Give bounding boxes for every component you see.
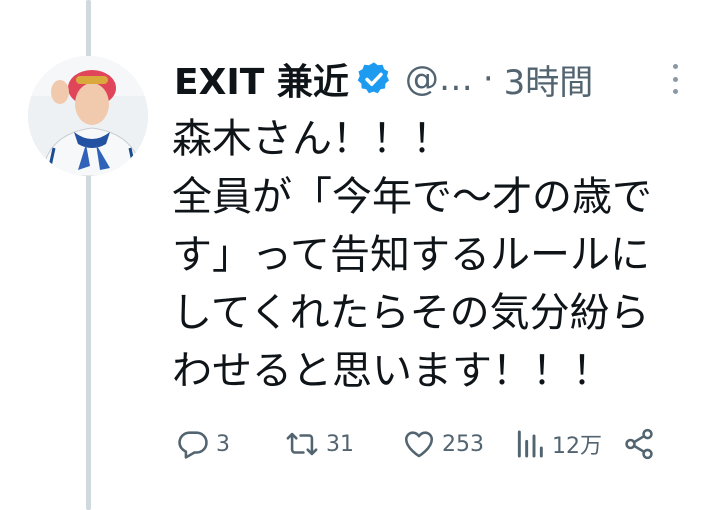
reply-count: 3 [216, 431, 230, 457]
more-vertical-icon[interactable] [660, 62, 690, 96]
action-bar: 3 31 253 12万 [176, 422, 656, 466]
author-name[interactable]: EXIT 兼近 [174, 53, 349, 105]
retweet-icon [286, 432, 318, 456]
tweet-text-line: す」って告知するルールに [172, 232, 650, 278]
avatar[interactable] [28, 56, 148, 176]
avatar-photo [28, 56, 148, 176]
like-count: 253 [442, 431, 484, 457]
views-chart-icon [517, 430, 543, 458]
tweet-header: EXIT 兼近 @… · 3時間 [174, 52, 593, 106]
share-icon [625, 428, 653, 460]
timestamp[interactable]: 3時間 [504, 55, 594, 104]
like-button[interactable]: 253 [402, 427, 514, 461]
reply-button[interactable]: 3 [176, 427, 284, 461]
separator-dot: · [482, 59, 494, 99]
retweet-count: 31 [326, 431, 354, 457]
author-handle[interactable]: @… [405, 59, 473, 99]
tweet-text-line: わせると思います！！！ [172, 348, 612, 394]
verified-badge-icon [355, 60, 393, 98]
share-button[interactable] [622, 427, 656, 461]
view-count: 12万 [552, 434, 602, 459]
retweet-button[interactable]: 31 [284, 427, 402, 461]
heart-icon [404, 431, 434, 458]
tweet-text-line: 森木さん！！！ [172, 116, 452, 162]
tweet-text: 森木さん！！！ 全員が「今年で〜才の歳で す」って告知するルールに してくれたら… [172, 110, 712, 400]
tweet-text-line: 全員が「今年で〜才の歳で [172, 174, 652, 220]
views-button[interactable]: 12万 [514, 427, 622, 461]
reply-icon [178, 431, 208, 459]
tweet-text-line: してくれたらその気分紛ら [172, 290, 650, 336]
